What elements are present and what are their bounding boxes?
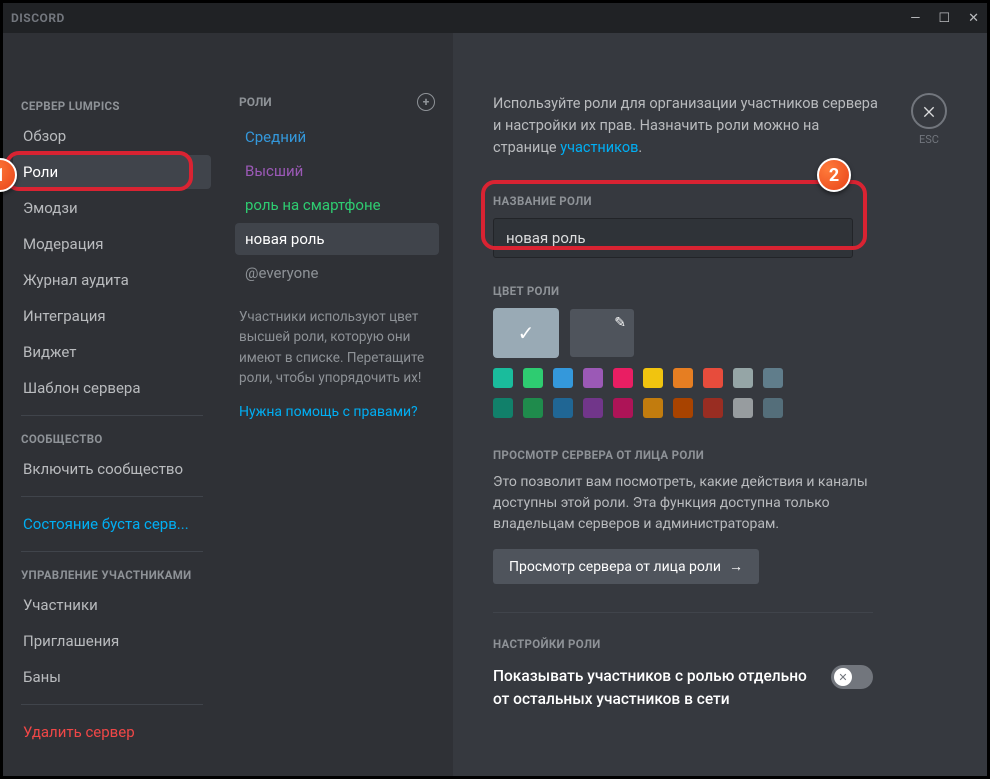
nav-bans[interactable]: Баны xyxy=(13,660,211,694)
roles-list-pane: РОЛИ + СреднийВысшийроль на смартфоненов… xyxy=(221,33,453,776)
role-settings-label: НАСТРОЙКИ РОЛИ xyxy=(493,637,947,651)
color-swatch[interactable] xyxy=(763,398,783,418)
nav-integration[interactable]: Интеграция xyxy=(13,299,211,333)
view-as-role-label: ПРОСМОТР СЕРВЕРА ОТ ЛИЦА РОЛИ xyxy=(493,448,947,462)
role-item[interactable]: Средний xyxy=(235,121,439,153)
color-swatch[interactable] xyxy=(643,368,663,388)
nav-boost[interactable]: Состояние буста серв... xyxy=(13,507,211,541)
community-header: СООБЩЕСТВО xyxy=(13,426,211,452)
color-swatch[interactable] xyxy=(673,368,693,388)
color-swatch[interactable] xyxy=(523,398,543,418)
toggle-knob: ✕ xyxy=(834,668,852,686)
divider xyxy=(21,551,203,552)
close-icon[interactable]: ✕ xyxy=(968,11,979,26)
role-item[interactable]: @everyone xyxy=(235,257,439,289)
color-swatch[interactable] xyxy=(703,368,723,388)
color-swatch[interactable] xyxy=(493,398,513,418)
display-separately-toggle[interactable]: ✕ xyxy=(831,665,873,689)
esc-label: ESC xyxy=(911,133,947,146)
nav-roles[interactable]: Роли xyxy=(13,155,211,189)
roles-header-label: РОЛИ xyxy=(239,95,272,109)
perms-help-link[interactable]: Нужна помощь с правами? xyxy=(235,388,439,420)
color-swatch[interactable] xyxy=(553,398,573,418)
color-swatch[interactable] xyxy=(613,368,633,388)
color-swatch[interactable] xyxy=(733,368,753,388)
server-section-header: СЕРВЕР LUMPICS xyxy=(13,93,211,119)
role-item[interactable]: Высший xyxy=(235,155,439,187)
members-link[interactable]: участников xyxy=(560,139,638,156)
color-swatch[interactable] xyxy=(703,398,723,418)
color-custom[interactable]: ✎ xyxy=(569,308,635,358)
app-name: DISCORD xyxy=(11,11,65,25)
maximize-icon[interactable]: ☐ xyxy=(938,11,950,26)
color-swatch[interactable] xyxy=(613,398,633,418)
arrow-right-icon: → xyxy=(729,558,743,575)
nav-overview[interactable]: Обзор xyxy=(13,119,211,153)
divider xyxy=(21,415,203,416)
role-item[interactable]: роль на смартфоне xyxy=(235,189,439,221)
nav-moderation[interactable]: Модерация xyxy=(13,227,211,261)
display-separately-label: Показывать участников с ролью отдельно о… xyxy=(493,665,819,710)
manage-header: УПРАВЛЕНИЕ УЧАСТНИКАМИ xyxy=(13,562,211,588)
nav-widget[interactable]: Виджет xyxy=(13,335,211,369)
role-name-input[interactable] xyxy=(493,218,853,258)
nav-delete-server[interactable]: Удалить сервер xyxy=(13,715,211,749)
color-swatch[interactable] xyxy=(553,368,573,388)
view-as-role-desc: Это позволит вам посмотреть, какие дейст… xyxy=(493,472,873,535)
color-default[interactable]: ✓ xyxy=(493,308,559,358)
color-swatch[interactable] xyxy=(673,398,693,418)
minimize-icon[interactable]: — xyxy=(910,11,920,26)
color-swatch[interactable] xyxy=(763,368,783,388)
intro-text: Используйте роли для организации участни… xyxy=(493,93,883,158)
close-icon xyxy=(921,103,937,119)
role-settings-pane: ESC Используйте роли для организации уча… xyxy=(453,33,987,776)
divider xyxy=(493,612,873,613)
view-as-role-button[interactable]: Просмотр сервера от лица роли → xyxy=(493,549,759,584)
nav-template[interactable]: Шаблон сервера xyxy=(13,371,211,405)
color-swatch[interactable] xyxy=(523,368,543,388)
color-swatch[interactable] xyxy=(493,368,513,388)
check-icon: ✓ xyxy=(518,321,535,345)
role-name-label: НАЗВАНИЕ РОЛИ xyxy=(493,194,947,208)
add-role-button[interactable]: + xyxy=(417,93,435,111)
role-item[interactable]: новая роль xyxy=(235,223,439,255)
settings-sidebar: СЕРВЕР LUMPICS Обзор Роли Эмодзи Модерац… xyxy=(3,33,221,776)
nav-emoji[interactable]: Эмодзи xyxy=(13,191,211,225)
divider xyxy=(21,704,203,705)
color-swatch[interactable] xyxy=(583,368,603,388)
color-swatch[interactable] xyxy=(583,398,603,418)
callout-badge-2: 2 xyxy=(817,158,851,192)
close-settings-button[interactable] xyxy=(911,93,947,129)
nav-audit[interactable]: Журнал аудита xyxy=(13,263,211,297)
divider xyxy=(21,496,203,497)
color-swatch[interactable] xyxy=(733,398,753,418)
role-color-label: ЦВЕТ РОЛИ xyxy=(493,284,947,298)
nav-invites[interactable]: Приглашения xyxy=(13,624,211,658)
roles-help-text: Участники используют цвет высшей роли, к… xyxy=(235,291,439,388)
color-swatch[interactable] xyxy=(643,398,663,418)
nav-community[interactable]: Включить сообщество xyxy=(13,452,211,486)
window-controls: — ☐ ✕ xyxy=(910,11,979,26)
eyedropper-icon: ✎ xyxy=(614,315,626,331)
titlebar: DISCORD — ☐ ✕ xyxy=(3,3,987,33)
nav-members[interactable]: Участники xyxy=(13,588,211,622)
